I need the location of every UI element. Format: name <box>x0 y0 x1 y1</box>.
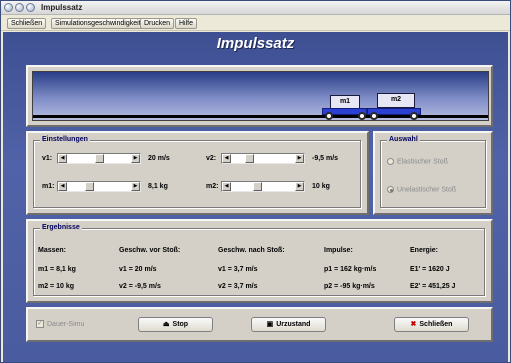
header-momentum: Impulse: <box>324 247 353 254</box>
menu-simulationsgeschwindigkeit[interactable]: Simulationsgeschwindigkeit <box>51 18 145 29</box>
slider-thumb[interactable] <box>85 182 94 191</box>
radio-elastic[interactable]: Elastischer Stoß <box>387 158 448 165</box>
result-p2: p2 = -95 kg·m/s <box>324 283 375 290</box>
result-v1-before: v1 = 20 m/s <box>119 266 157 273</box>
slider-right-icon[interactable]: ▶ <box>295 182 304 191</box>
results-panel: Ergebnisse Massen: Geschw. vor Stoß: Ges… <box>26 219 493 303</box>
radio-button[interactable] <box>387 158 394 165</box>
result-m2: m2 = 10 kg <box>38 283 74 290</box>
slider-left-icon[interactable]: ◀ <box>222 182 231 191</box>
dauer-simu-label: Dauer-Simu <box>47 320 85 328</box>
selection-panel: Auswahl Elastischer Stoß Unelastischer S… <box>373 131 493 215</box>
menu-bar: Schließen Simulationsgeschwindigkeit Dru… <box>1 16 510 31</box>
minimize-window-icon[interactable] <box>15 3 24 12</box>
main-window: Impulssatz Schließen Simulationsgeschwin… <box>0 0 511 363</box>
v2-slider[interactable]: ◀ ▶ <box>221 153 305 164</box>
settings-title: Einstellungen <box>40 136 90 143</box>
menu-schliessen[interactable]: Schließen <box>7 18 47 29</box>
slider-thumb[interactable] <box>253 182 262 191</box>
wheel-icon <box>325 112 333 120</box>
stop-button-label: Stop <box>172 321 189 328</box>
m2-slider[interactable]: ◀ ▶ <box>221 181 305 192</box>
menu-hilfe[interactable]: Hilfe <box>175 18 198 29</box>
header-masses: Massen: <box>38 247 67 254</box>
window-title: Impulssatz <box>41 3 83 12</box>
header-energy: Energie: <box>410 247 439 254</box>
radio-elastic-label: Elastischer Stoß <box>397 158 448 166</box>
result-v1-after: v1 = 3,7 m/s <box>218 266 258 273</box>
m1-label: m1: <box>42 183 55 190</box>
v1-label: v1: <box>42 155 53 162</box>
checkbox-icon[interactable]: ✓ <box>36 320 44 328</box>
close-window-icon[interactable] <box>4 3 13 12</box>
radio-button-selected[interactable] <box>387 186 394 193</box>
app-area: Impulssatz m1 m2 Einstellungen v1: ◀ ▶ 2… <box>3 32 508 362</box>
slider-thumb[interactable] <box>245 154 254 163</box>
radio-inelastic[interactable]: Unelastischer Stoß <box>387 186 456 193</box>
slider-left-icon[interactable]: ◀ <box>58 182 67 191</box>
close-button[interactable]: ✖ Schließen <box>394 317 469 332</box>
slider-right-icon[interactable]: ▶ <box>295 154 304 163</box>
result-p1: p1 = 162 kg·m/s <box>324 266 377 273</box>
results-group: Ergebnisse Massen: Geschw. vor Stoß: Ges… <box>33 224 485 296</box>
track <box>33 115 488 118</box>
header-velocity-after: Geschw. nach Stoß: <box>218 247 285 254</box>
wheel-icon <box>358 112 366 120</box>
m2-value: 10 kg <box>312 183 330 190</box>
settings-panel: Einstellungen v1: ◀ ▶ 20 m/s v2: ◀ ▶ -9,… <box>26 131 369 215</box>
close-x-icon: ✖ <box>410 321 417 328</box>
reset-button-label: Urzustand <box>276 321 311 328</box>
slider-right-icon[interactable]: ▶ <box>131 182 140 191</box>
results-title: Ergebnisse <box>40 224 82 231</box>
app-heading: Impulssatz <box>216 35 295 52</box>
menu-drucken[interactable]: Drucken <box>140 18 175 29</box>
m1-slider[interactable]: ◀ ▶ <box>57 181 141 192</box>
header-velocity-before: Geschw. vor Stoß: <box>119 247 181 254</box>
wheel-icon <box>370 112 378 120</box>
stop-button[interactable]: ⏏ Stop <box>138 317 213 332</box>
dauer-simu-checkbox[interactable]: ✓ Dauer-Simu <box>36 320 84 328</box>
result-v2-before: v2 = -9,5 m/s <box>119 283 161 290</box>
v1-slider[interactable]: ◀ ▶ <box>57 153 141 164</box>
title-bar: Impulssatz <box>1 1 510 15</box>
slider-left-icon[interactable]: ◀ <box>222 154 231 163</box>
cart-m2-mass: m2 <box>377 93 415 108</box>
maximize-window-icon[interactable] <box>26 3 35 12</box>
v2-value: -9,5 m/s <box>312 155 339 162</box>
result-v2-after: v2 = 3,7 m/s <box>218 283 258 290</box>
m1-value: 8,1 kg <box>148 183 168 190</box>
v2-label: v2: <box>206 155 217 162</box>
m2-label: m2: <box>206 183 219 190</box>
simulation-panel: m1 m2 <box>26 65 493 127</box>
settings-group: Einstellungen v1: ◀ ▶ 20 m/s v2: ◀ ▶ -9,… <box>33 136 361 208</box>
stop-icon: ⏏ <box>162 321 170 328</box>
reset-button[interactable]: ▣ Urzustand <box>251 317 326 332</box>
simulation-canvas: m1 m2 <box>32 71 489 121</box>
wheel-icon <box>410 112 418 120</box>
cart-m1-mass: m1 <box>330 95 360 109</box>
slider-thumb[interactable] <box>95 154 104 163</box>
controls-panel: ✓ Dauer-Simu ⏏ Stop ▣ Urzustand ✖ Schließen <box>26 307 493 342</box>
selection-group: Auswahl Elastischer Stoß Unelastischer S… <box>380 136 486 208</box>
slider-left-icon[interactable]: ◀ <box>58 154 67 163</box>
result-m1: m1 = 8,1 kg <box>38 266 76 273</box>
selection-title: Auswahl <box>387 136 420 143</box>
close-button-label: Schließen <box>419 321 453 328</box>
result-e1: E1' = 1620 J <box>410 266 450 273</box>
slider-right-icon[interactable]: ▶ <box>131 154 140 163</box>
radio-inelastic-label: Unelastischer Stoß <box>397 186 457 194</box>
result-e2: E2' = 451,25 J <box>410 283 456 290</box>
reset-icon: ▣ <box>266 321 274 328</box>
v1-value: 20 m/s <box>148 155 170 162</box>
